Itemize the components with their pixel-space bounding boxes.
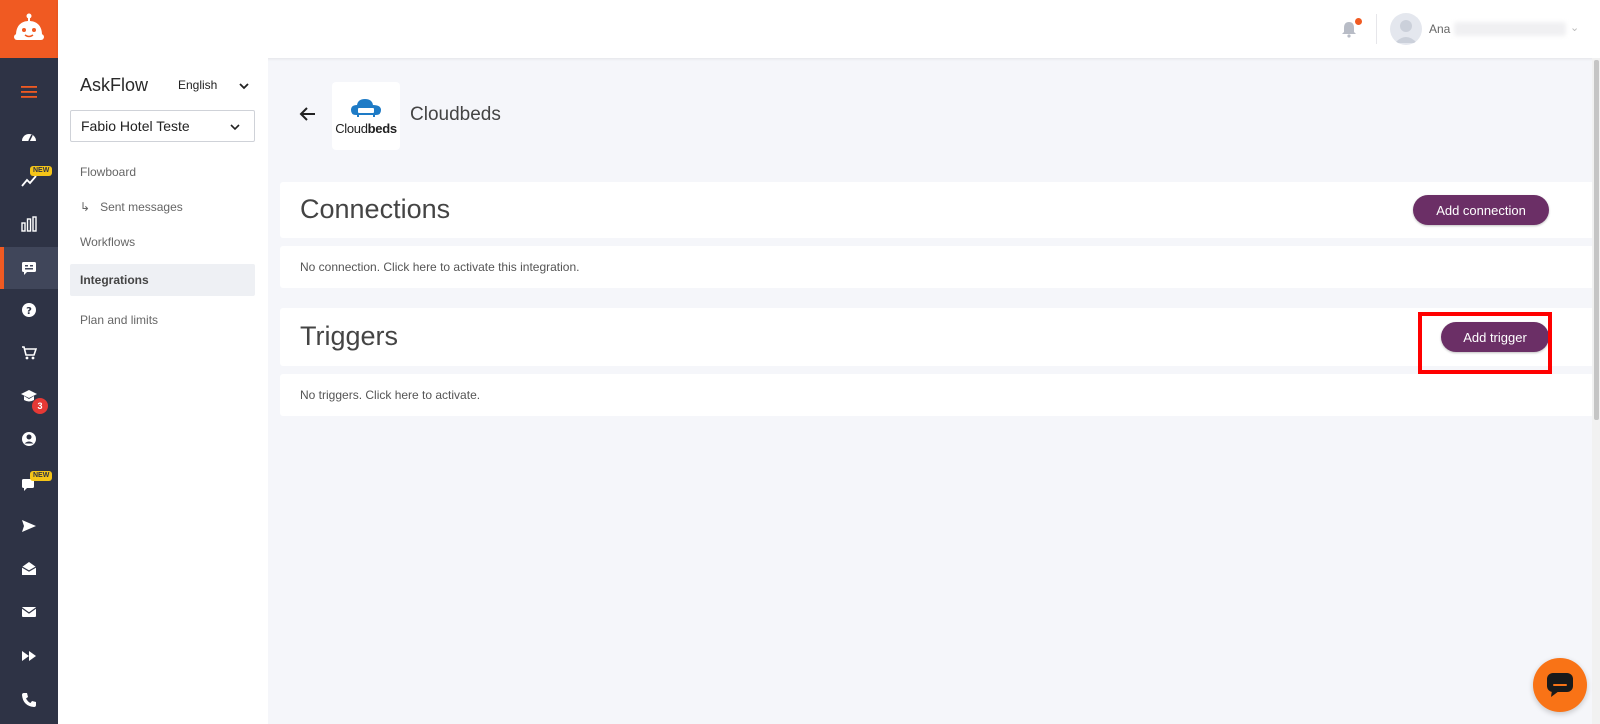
rail-item-conversations[interactable]: NEW [0, 465, 58, 505]
nav-item-workflows[interactable]: Workflows [70, 226, 255, 258]
scrollbar-thumb[interactable] [1594, 60, 1599, 420]
triggers-empty-card[interactable]: No triggers. Click here to activate. [280, 374, 1598, 416]
hotel-select-value: Fabio Hotel Teste [81, 118, 190, 134]
cart-icon [22, 346, 37, 360]
hamburger-menu-icon [21, 86, 37, 98]
new-badge: NEW [30, 471, 53, 481]
rail-item-help[interactable]: ? [0, 290, 58, 330]
account-circle-icon [22, 432, 36, 446]
rail-item-dashboard[interactable] [0, 117, 58, 157]
add-connection-button[interactable]: Add connection [1413, 195, 1549, 225]
chevron-down-icon[interactable]: ⌄ [1570, 21, 1579, 34]
rail-menu-toggle[interactable] [0, 72, 58, 112]
triggers-title: Triggers [300, 321, 399, 351]
mail-open-icon [21, 562, 37, 575]
rail-item-reports[interactable] [0, 204, 58, 244]
back-arrow-icon[interactable] [298, 104, 318, 124]
language-select[interactable]: English [178, 78, 217, 92]
nav-item-plan-and-limits[interactable]: Plan and limits [70, 304, 255, 336]
notification-dot [1355, 18, 1362, 25]
app-logo[interactable] [0, 0, 58, 58]
robot-logo-icon [14, 13, 44, 40]
send-icon [22, 520, 36, 532]
connections-empty-card[interactable]: No connection. Click here to activate th… [280, 246, 1598, 288]
fast-forward-icon [22, 651, 36, 661]
icon-rail: NEW ? 3 NEW [0, 0, 58, 724]
integration-header: Cloudbeds Cloudbeds [280, 74, 1598, 162]
rail-item-email[interactable] [0, 592, 58, 632]
rail-item-academy[interactable]: 3 [0, 376, 58, 416]
nav-item-label: Integrations [80, 273, 149, 287]
chevron-down-icon[interactable] [238, 80, 250, 92]
chevron-down-icon [230, 124, 240, 131]
nav-item-label: Workflows [80, 235, 136, 249]
connections-title: Connections [300, 194, 451, 224]
nav-item-sent-messages[interactable]: ↳ Sent messages [70, 191, 255, 223]
triggers-header-card: Triggers Add trigger [280, 308, 1598, 366]
svg-text:?: ? [26, 306, 32, 317]
nav-item-label: Flowboard [80, 165, 137, 179]
rail-item-store[interactable] [0, 333, 58, 373]
hotel-select[interactable]: Fabio Hotel Teste [70, 110, 255, 142]
main-content: Cloudbeds Cloudbeds Connections Add conn… [268, 58, 1598, 724]
connections-empty-message[interactable]: No connection. Click here to activate th… [300, 260, 579, 274]
topbar-divider [1376, 14, 1377, 44]
nav-item-flowboard[interactable]: Flowboard [70, 156, 255, 188]
connections-header-card: Connections Add connection [280, 182, 1598, 238]
dashboard-gauge-icon [22, 134, 36, 142]
integration-logo: Cloudbeds [332, 82, 400, 150]
highlight-box [1418, 312, 1552, 374]
nav-item-label: Sent messages [100, 200, 183, 214]
secondary-sidebar: AskFlow English Fabio Hotel Teste Flowbo… [58, 58, 268, 724]
triggers-empty-message[interactable]: No triggers. Click here to activate. [300, 388, 480, 402]
user-avatar-icon [1395, 20, 1417, 43]
product-name: AskFlow [80, 75, 149, 95]
mail-icon [21, 607, 37, 617]
user-name-redacted [1454, 22, 1566, 36]
user-avatar[interactable] [1390, 13, 1422, 45]
user-name[interactable]: Ana [1429, 22, 1450, 36]
rail-item-trends[interactable]: NEW [0, 160, 58, 200]
rail-item-inbox[interactable] [0, 549, 58, 589]
rail-item-contacts[interactable] [0, 419, 58, 459]
bar-chart-icon [21, 216, 37, 232]
chat-bubble-icon [1547, 673, 1573, 697]
cloud-bed-icon [351, 98, 381, 117]
phone-icon [22, 693, 36, 707]
chat-widget-button[interactable] [1533, 658, 1587, 712]
rail-item-chatbot[interactable] [0, 247, 58, 289]
new-badge: NEW [30, 166, 53, 176]
nav-item-label: Plan and limits [80, 313, 159, 327]
subitem-arrow-icon: ↳ [80, 200, 91, 214]
rail-item-calls[interactable] [0, 680, 58, 720]
chatbot-flow-icon [22, 262, 36, 275]
logo-wordmark: Cloudbeds [335, 120, 397, 136]
rail-item-automation[interactable] [0, 636, 58, 676]
top-bar: Ana ⌄ [58, 0, 1600, 58]
rail-item-broadcast[interactable] [0, 506, 58, 546]
notification-count-badge: 3 [32, 398, 48, 414]
integration-title: Cloudbeds [410, 104, 501, 125]
help-circle-icon: ? [22, 303, 36, 317]
nav-item-integrations[interactable]: Integrations [70, 264, 255, 296]
